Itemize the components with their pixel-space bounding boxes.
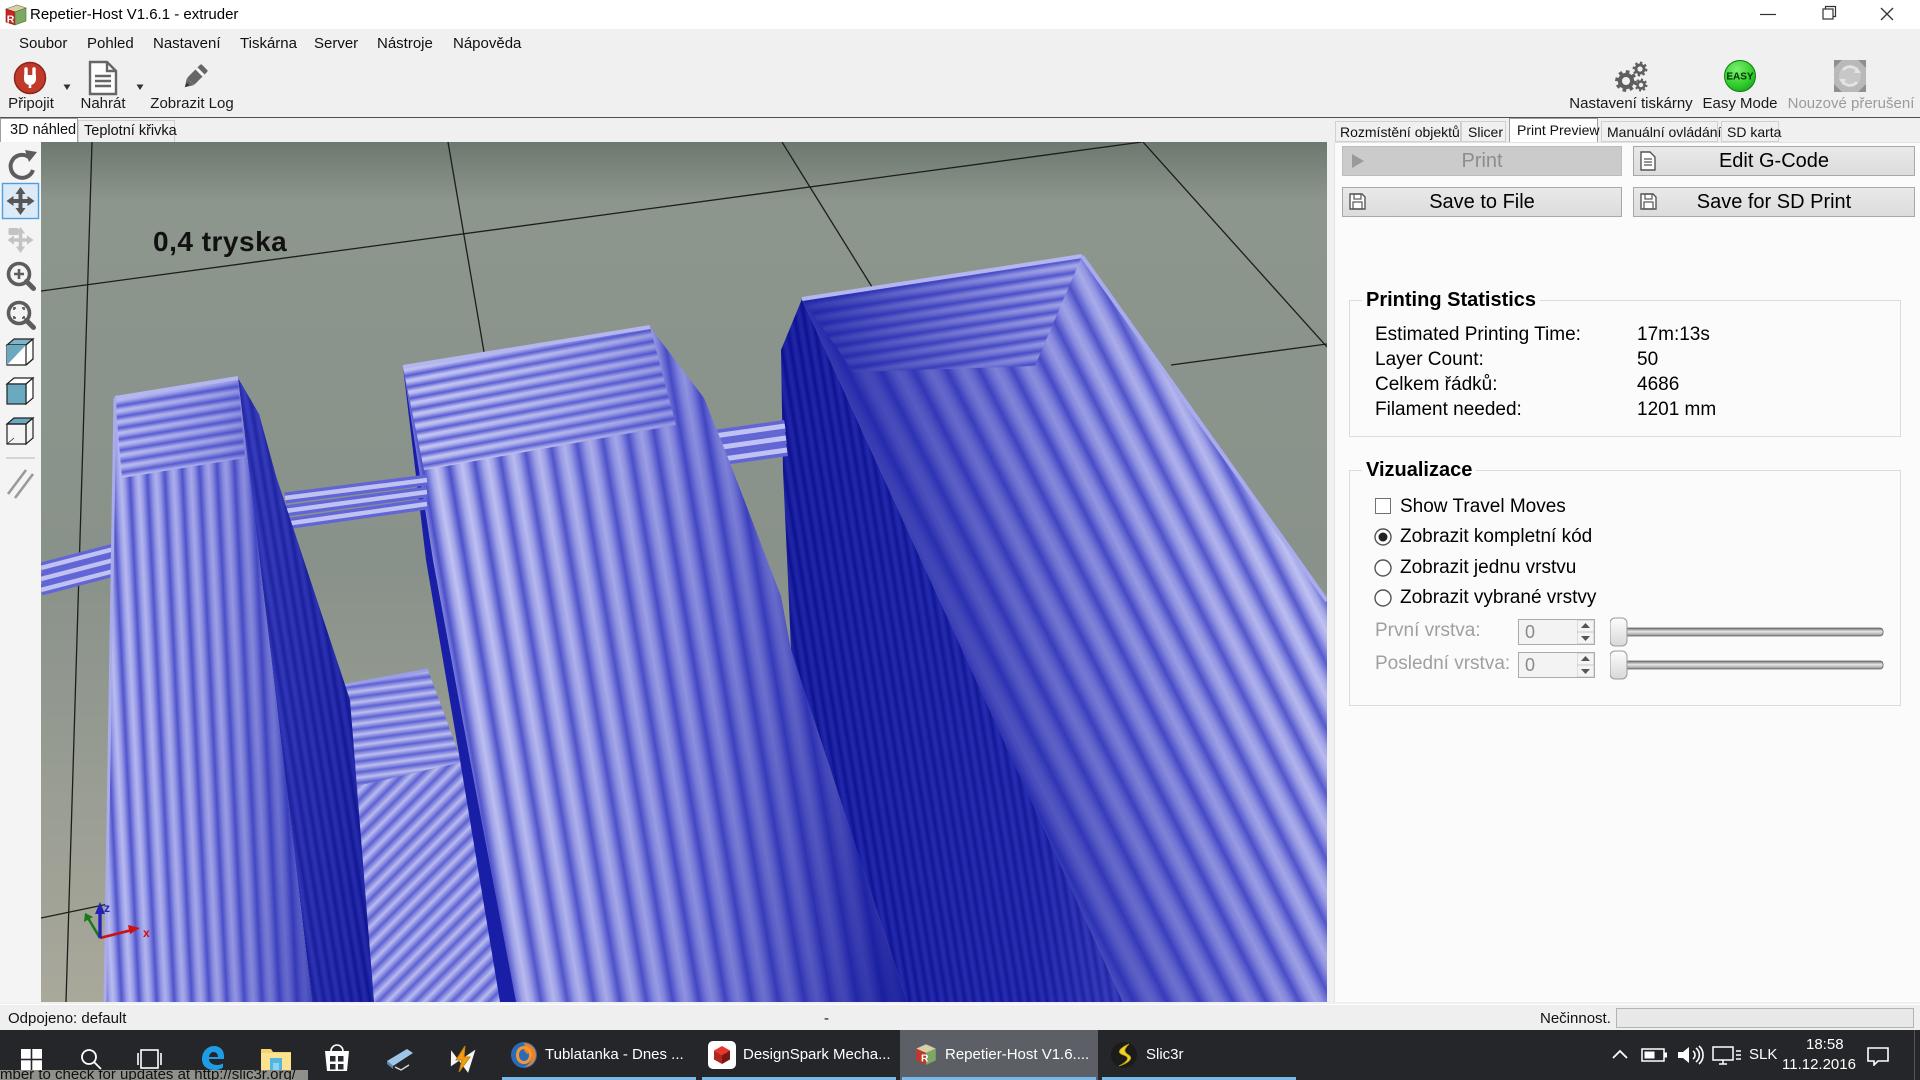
svg-text:x: x — [143, 926, 150, 940]
svg-text:0,4 tryska: 0,4 tryska — [153, 226, 287, 257]
svg-text:R: R — [7, 14, 15, 26]
svg-text:z: z — [104, 901, 110, 915]
svg-text:R: R — [921, 1054, 929, 1065]
svg-text:EASY: EASY — [1726, 72, 1754, 83]
